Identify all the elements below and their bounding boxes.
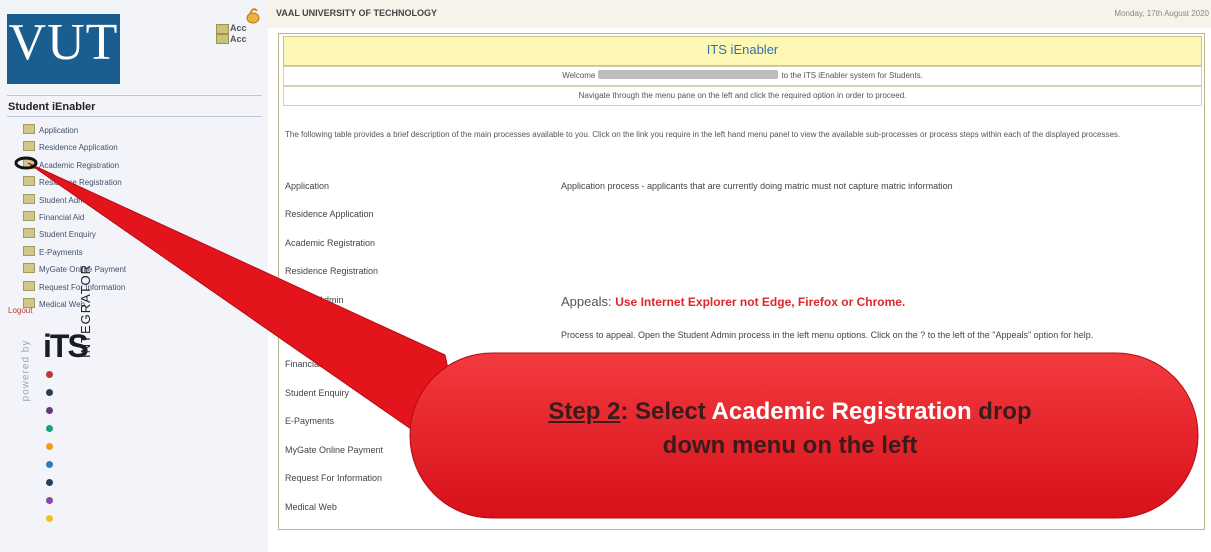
callout-line2: down menu on the left bbox=[662, 432, 918, 459]
highlight-circle bbox=[14, 156, 38, 170]
callout-step: Step 2 bbox=[548, 398, 621, 425]
tutorial-callout-overlay bbox=[14, 156, 1199, 519]
callout-text: Step 2: Select Academic Registration dro… bbox=[480, 395, 1100, 463]
callout-highlight: Academic Registration bbox=[711, 398, 972, 425]
callout-drop: drop bbox=[971, 398, 1032, 425]
callout-select: : Select bbox=[620, 398, 712, 425]
callout-pointer bbox=[27, 162, 471, 472]
